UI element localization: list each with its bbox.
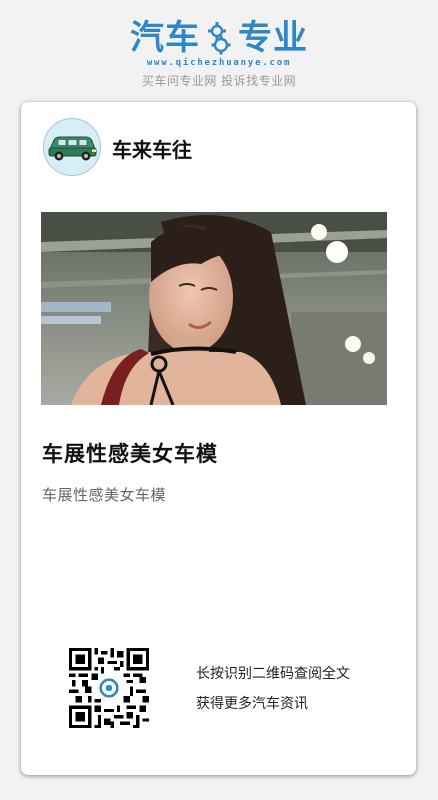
logo-text-right: 专业 [238, 18, 308, 58]
author-name[interactable]: 车来车往 [112, 134, 192, 163]
author-avatar[interactable] [43, 118, 101, 176]
site-slogan: 买车问专业网 投诉找专业网 [141, 74, 297, 88]
article-card[interactable]: 车来车往 车展性感美女车模 车展性感美女车模 长按识别二维码查阅全文 获得更多汽… [21, 102, 416, 775]
car-icon [48, 136, 97, 161]
site-url: www.qichezhuanye.com [146, 58, 292, 68]
qr-hint-line1: 长按识别二维码查阅全文 [196, 666, 350, 682]
site-header: 汽车 专业 www.qichezhuanye.com 买车问专业网 投诉找专业网 [0, 0, 438, 96]
article-image[interactable] [41, 212, 387, 405]
logo-text-left: 汽车 [130, 18, 200, 58]
qr-code-icon[interactable] [69, 648, 149, 728]
gear-icon [204, 21, 234, 55]
article-title[interactable]: 车展性感美女车模 [42, 438, 218, 468]
qr-hint-line2: 获得更多汽车资讯 [196, 696, 308, 712]
article-summary: 车展性感美女车模 [42, 486, 167, 504]
site-logo[interactable]: 汽车 专业 [0, 18, 438, 58]
